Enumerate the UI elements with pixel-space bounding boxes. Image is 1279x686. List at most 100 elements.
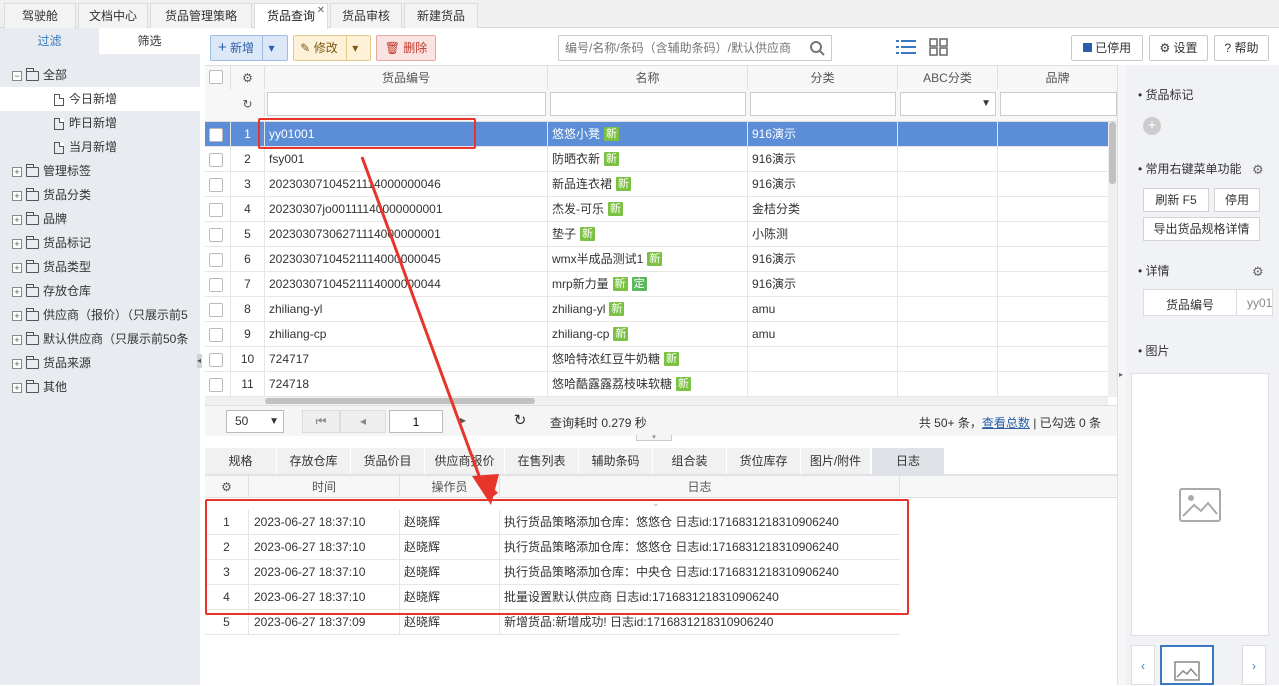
sidebar-tab-screen[interactable]: 筛选 (99, 28, 200, 54)
table-row[interactable]: 3 20230307104521114000000046 新品连衣裙新 916演示 (205, 172, 1108, 197)
bottom-tab[interactable]: 货位库存 (727, 448, 801, 474)
log-settings-icon[interactable]: ⚙ (205, 476, 249, 498)
prev-page-icon[interactable]: ◂ (340, 410, 386, 433)
row-checkbox[interactable] (209, 378, 223, 392)
bottom-tab[interactable]: 日志 (872, 448, 945, 474)
expand-icon[interactable]: + (12, 214, 22, 225)
tree-group[interactable]: + 存放仓库 (0, 279, 200, 303)
refresh-icon[interactable]: ↻ (231, 92, 265, 116)
table-row[interactable]: 5 20230307306271114000000001 垫子新小陈测 (205, 222, 1108, 247)
help-button[interactable]: ? 帮助 (1214, 35, 1269, 61)
filter-select-abc[interactable]: ▼ (900, 92, 996, 116)
sidebar-tab-filter[interactable]: 过滤 (0, 28, 99, 54)
page-size-select[interactable]: 50 ▼ (226, 410, 284, 433)
image-thumbnail[interactable] (1160, 645, 1214, 685)
tab-goods-strategy[interactable]: 货品管理策略 (150, 3, 252, 28)
grid-horizontal-scrollbar[interactable] (205, 397, 1108, 405)
tree-item-today[interactable]: 今日新增 (0, 87, 200, 111)
table-row[interactable]: 2 fsy001 防晒衣新新 916演示 (205, 147, 1108, 172)
tree-group[interactable]: + 货品类型 (0, 255, 200, 279)
log-header-operator[interactable]: 操作员 (400, 476, 500, 498)
detail-gear-icon[interactable]: ⚙ (1252, 264, 1264, 280)
delete-button[interactable]: 🗑 删除 (376, 35, 436, 61)
tree-group[interactable]: + 货品分类 (0, 183, 200, 207)
close-icon[interactable]: ✕ (317, 0, 325, 23)
view-total-link[interactable]: 查看总数 (982, 416, 1030, 430)
expand-icon[interactable]: + (12, 238, 22, 249)
sidebar-collapse-handle[interactable]: ◂ (197, 354, 202, 368)
tab-documents[interactable]: 文档中心 (78, 3, 148, 28)
new-button[interactable]: + 新增 ▾ (210, 35, 288, 61)
bottom-tab[interactable]: 组合装 (653, 448, 727, 474)
expand-right-icon[interactable]: ▸ (1119, 370, 1123, 379)
row-checkbox[interactable] (209, 328, 223, 342)
prev-image-icon[interactable]: ‹ (1131, 645, 1155, 685)
expand-icon[interactable]: + (12, 334, 22, 345)
first-page-icon[interactable]: ⏮ (302, 410, 340, 433)
tree-group[interactable]: + 管理标签 (0, 159, 200, 183)
menu-gear-icon[interactable]: ⚙ (1252, 162, 1264, 178)
tree-group[interactable]: + 其他 (0, 375, 200, 399)
bottom-tab[interactable]: 规格 (205, 448, 277, 474)
tab-new-goods[interactable]: 新建货品 (404, 3, 478, 28)
expand-icon[interactable]: + (12, 286, 22, 297)
page-number-input[interactable] (389, 410, 443, 433)
table-row[interactable]: 7 20230307104521114000000044 mrp新力量新定 916演示 (205, 272, 1108, 297)
row-checkbox[interactable] (209, 203, 223, 217)
table-row[interactable]: 11 724718 悠哈酷露露荔枝味软糖新 (205, 372, 1108, 397)
expand-icon[interactable]: + (12, 166, 22, 177)
tab-cockpit[interactable]: 驾驶舱 (4, 3, 76, 28)
expand-icon[interactable]: + (12, 190, 22, 201)
scrollbar-thumb[interactable] (1109, 122, 1116, 184)
bottom-tab[interactable]: 图片/附件 (801, 448, 871, 474)
row-checkbox[interactable] (209, 153, 223, 167)
table-row[interactable]: 8 zhiliang-yl zhiliang-yl 新 amu (205, 297, 1108, 322)
bottom-tab[interactable]: 辅助条码 (579, 448, 653, 474)
row-checkbox[interactable] (209, 353, 223, 367)
filter-input-name[interactable] (550, 92, 746, 116)
expand-icon[interactable]: + (12, 310, 22, 321)
row-checkbox[interactable] (209, 128, 223, 142)
row-checkbox[interactable] (209, 253, 223, 267)
splitter-handle[interactable]: ▾ (636, 434, 672, 441)
export-spec-button[interactable]: 导出货品规格详情 (1143, 217, 1260, 241)
collapse-icon[interactable]: − (12, 70, 22, 81)
right-panel-splitter[interactable]: ▸ (1117, 65, 1126, 685)
edit-button[interactable]: ✎ 修改 ▾ (293, 35, 371, 61)
filter-input-brand[interactable] (1000, 92, 1117, 116)
row-checkbox[interactable] (209, 278, 223, 292)
disable-button[interactable]: 停用 (1214, 188, 1260, 212)
column-header-abc[interactable]: ABC分类 (898, 66, 998, 90)
reload-icon[interactable]: ↻ (508, 410, 532, 433)
column-header-name[interactable]: 名称 (548, 66, 748, 90)
column-settings-icon[interactable]: ⚙ (231, 66, 265, 90)
expand-icon[interactable]: + (12, 382, 22, 393)
column-header-brand[interactable]: 品牌 (998, 66, 1117, 90)
refresh-button[interactable]: 刷新 F5 (1143, 188, 1209, 212)
tree-group[interactable]: + 货品来源 (0, 351, 200, 375)
tab-goods-review[interactable]: 货品审核 (330, 3, 402, 28)
add-mark-icon[interactable]: + (1143, 117, 1161, 135)
column-header-category[interactable]: 分类 (748, 66, 898, 90)
chevron-down-icon[interactable]: ▾ (262, 36, 280, 60)
filter-input-code[interactable] (267, 92, 546, 116)
table-row[interactable]: 10 724717 悠哈特浓红豆牛奶糖新 (205, 347, 1108, 372)
bottom-tab[interactable]: 在售列表 (505, 448, 579, 474)
log-header-time[interactable]: 时间 (249, 476, 400, 498)
bottom-tab[interactable]: 存放仓库 (277, 448, 351, 474)
search-icon[interactable] (809, 40, 825, 56)
table-row[interactable]: 6 20230307104521114000000045 wmx半成品测试1 新 916… (205, 247, 1108, 272)
settings-button[interactable]: ⚙ 设置 (1149, 35, 1208, 61)
list-view-icon[interactable] (896, 38, 916, 56)
tree-group[interactable]: + 货品标记 (0, 231, 200, 255)
filter-input-category[interactable] (750, 92, 896, 116)
scrollbar-thumb[interactable] (265, 398, 535, 404)
tree-group[interactable]: + 默认供应商（只展示前50条 (0, 327, 200, 351)
column-header-code[interactable]: 货品编号 (265, 66, 548, 90)
next-page-icon[interactable]: ▸ (448, 410, 478, 433)
grid-view-icon[interactable] (929, 38, 949, 56)
tree-group[interactable]: + 品牌 (0, 207, 200, 231)
tree-root-all[interactable]: − 全部 (0, 63, 200, 87)
row-checkbox[interactable] (209, 303, 223, 317)
disabled-filter-button[interactable]: 已停用 (1071, 35, 1143, 61)
